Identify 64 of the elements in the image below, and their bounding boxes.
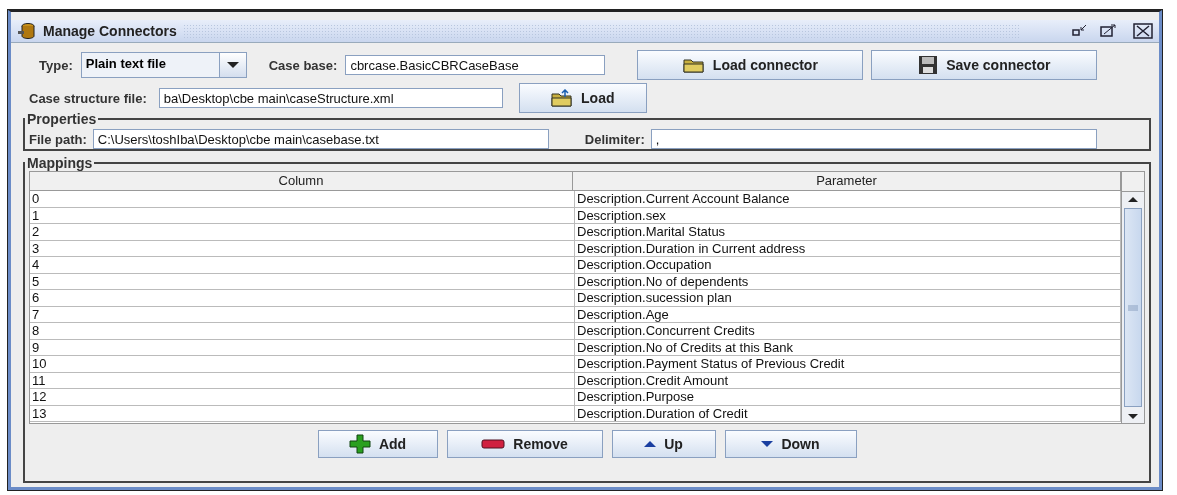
table-cell: Description.Age — [575, 306, 1121, 322]
table-cell: 0 — [30, 191, 575, 207]
file-path-field[interactable]: C:\Users\toshIba\Desktop\cbe main\casebase.txt — [92, 129, 549, 149]
minus-icon — [481, 439, 506, 449]
table-cell: Description.Marital Status — [575, 224, 1121, 240]
table-cell: Description.sucession plan — [575, 290, 1121, 306]
table-cell: 7 — [30, 306, 575, 322]
table-cell: Description.sex — [575, 207, 1121, 223]
minimize-icon[interactable] — [1071, 24, 1089, 38]
table-cell: 1 — [30, 207, 575, 223]
table-cell: 3 — [30, 240, 575, 256]
vertical-scrollbar[interactable] — [1122, 192, 1144, 423]
maximize-icon[interactable] — [1099, 24, 1117, 38]
folder-icon — [682, 57, 705, 73]
table-cell: Description.Concurrent Credits — [575, 323, 1121, 339]
file-path-label: File path: — [29, 131, 87, 147]
case-base-label: Case base: — [268, 57, 338, 73]
scroll-thumb[interactable] — [1124, 208, 1142, 407]
table-cell: 5 — [30, 273, 575, 289]
table-cell: 8 — [30, 323, 575, 339]
table-cell: Description.Occupation — [575, 257, 1121, 273]
folder-icon — [551, 89, 574, 107]
case-structure-field[interactable]: ba\Desktop\cbe main\caseStructure.xml — [158, 88, 503, 108]
down-arrow-icon — [761, 440, 774, 448]
load-button[interactable]: Load — [518, 83, 647, 113]
column-header[interactable]: Parameter — [573, 172, 1121, 190]
case-base-field[interactable]: cbrcase.BasicCBRCaseBase — [345, 55, 606, 75]
mappings-title: Mappings — [26, 155, 94, 171]
window-title: Manage Connectors — [43, 23, 177, 39]
table-cell: Description.Credit Amount — [575, 372, 1121, 388]
case-structure-label: Case structure file: — [29, 90, 147, 106]
table-cell: 13 — [30, 405, 575, 421]
table-cell: 10 — [30, 356, 575, 372]
type-dropdown[interactable]: Plain text file — [80, 52, 247, 78]
remove-button[interactable]: Remove — [446, 430, 603, 458]
table-cell: Description.No of dependents — [575, 273, 1121, 289]
save-connector-button[interactable]: Save connector — [871, 50, 1098, 80]
table-cell: Description.Purpose — [575, 389, 1121, 405]
delimiter-field[interactable]: , — [650, 129, 1097, 149]
table-cell: Description.Duration of Credit — [575, 405, 1121, 421]
caret-icon — [226, 62, 239, 68]
load-connector-button[interactable]: Load connector — [637, 50, 864, 80]
database-icon — [17, 22, 37, 40]
table-cell: 11 — [30, 372, 575, 388]
grip-icon — [1128, 304, 1138, 311]
table-cell: 2 — [30, 224, 575, 240]
properties-title: Properties — [26, 111, 98, 127]
table-cell: 9 — [30, 339, 575, 355]
table-cell: Description.No of Credits at this Bank — [575, 339, 1121, 355]
down-button[interactable]: Down — [724, 430, 857, 458]
close-icon[interactable] — [1133, 23, 1153, 39]
type-label: Type: — [39, 57, 73, 73]
table-cell: Description.Current Account Balance — [575, 191, 1121, 207]
table-cell: 4 — [30, 257, 575, 273]
column-header[interactable]: Column — [30, 172, 573, 190]
up-button[interactable]: Up — [611, 430, 716, 458]
plus-icon — [348, 434, 371, 454]
delimiter-label: Delimiter: — [584, 131, 645, 147]
table-cell: 12 — [30, 389, 575, 405]
add-button[interactable]: Add — [317, 430, 438, 458]
table-cell: Description.Payment Status of Previous Credit — [575, 356, 1121, 372]
table-cell: Description.Duration in Current address — [575, 240, 1121, 256]
table-cell: 6 — [30, 290, 575, 306]
up-arrow-icon — [644, 440, 657, 448]
